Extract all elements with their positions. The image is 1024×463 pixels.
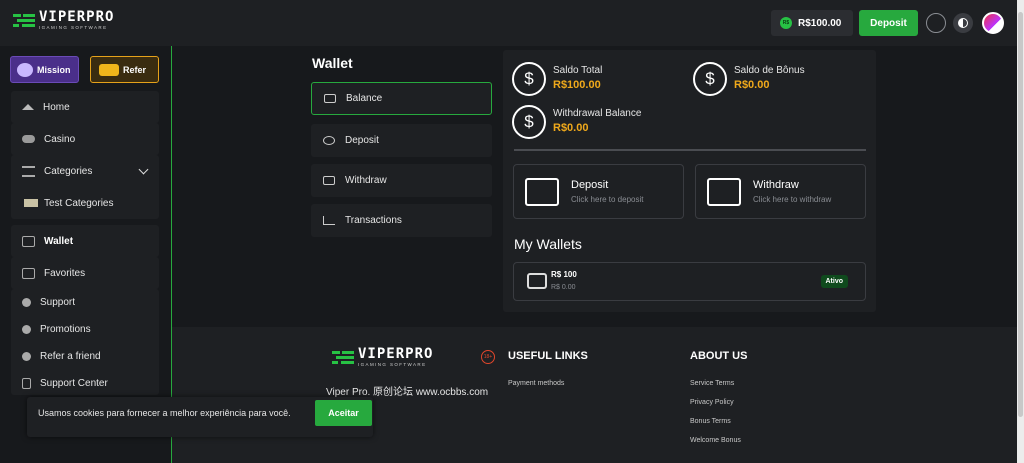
total-balance: $ Saldo Total R$100.00 xyxy=(512,62,602,96)
footer-logo: VIPERPRO IGAMING SOFTWARE xyxy=(332,347,433,369)
cookie-banner: Usamos cookies para fornecer a melhor ex… xyxy=(27,397,373,437)
sidebar-item-refer-a-friend[interactable]: Refer a friend xyxy=(11,343,159,370)
nav-group-wallet: Wallet xyxy=(11,225,159,257)
favorites-icon xyxy=(22,267,35,279)
withdrawal-balance: $ Withdrawal Balance R$0.00 xyxy=(512,105,641,139)
my-wallets-title: My Wallets xyxy=(514,236,582,252)
nav-group-support: Support Promotions Refer a friend Suppor… xyxy=(11,289,159,395)
atm-icon xyxy=(525,177,559,206)
footer-link-service-terms[interactable]: Service Terms xyxy=(690,380,734,387)
avatar[interactable] xyxy=(982,12,1004,34)
refer-button[interactable]: Refer xyxy=(90,56,159,83)
useful-links-title: USEFUL LINKS xyxy=(508,350,588,362)
logo-mark-icon xyxy=(13,12,35,30)
withdraw-action-card[interactable]: Withdraw Click here to withdraw xyxy=(695,164,866,219)
wallet-icon xyxy=(324,94,336,103)
status-badge: Ativo xyxy=(820,275,848,288)
deposit-action-card[interactable]: Deposit Click here to deposit xyxy=(513,164,684,219)
about-us-title: ABOUT US xyxy=(690,350,748,362)
footer-link-welcome-bonus[interactable]: Welcome Bonus xyxy=(690,437,741,444)
footer-tagline: Viper Pro. 原创论坛 www.ocbbs.com xyxy=(326,387,489,398)
sidebar-item-support-center[interactable]: Support Center xyxy=(11,370,159,397)
sidebar-item-home[interactable]: Home xyxy=(11,91,159,123)
cash-icon xyxy=(323,176,335,185)
category-image-icon xyxy=(24,199,38,207)
wallet-menu-balance[interactable]: Balance xyxy=(311,82,492,115)
balance-panel: $ Saldo Total R$100.00 $ Saldo de Bônus … xyxy=(503,50,876,312)
dollar-icon: $ xyxy=(512,105,546,139)
list-icon xyxy=(22,165,35,177)
nav-group-casino: Casino xyxy=(11,123,159,155)
wallet-menu-transactions[interactable]: Transactions xyxy=(311,204,492,237)
money-transfer-icon xyxy=(707,177,741,206)
brand-name: VIPERPRO xyxy=(39,9,115,25)
home-icon xyxy=(22,104,34,110)
dollar-icon: $ xyxy=(693,62,727,96)
header-balance-value: R$100.00 xyxy=(798,17,842,29)
wallet-menu-deposit[interactable]: Deposit xyxy=(311,124,492,157)
gamepad-icon xyxy=(22,135,35,143)
sidebar-item-casino[interactable]: Casino xyxy=(11,123,159,155)
wallet-icon xyxy=(527,273,547,289)
footer-link-bonus-terms[interactable]: Bonus Terms xyxy=(690,418,731,425)
nav-group-favorites: Favorites xyxy=(11,257,159,289)
header-balance[interactable]: R$ R$100.00 xyxy=(771,10,853,36)
wallet-icon xyxy=(22,235,35,247)
document-icon xyxy=(22,378,31,389)
sidebar-item-categories[interactable]: Categories xyxy=(11,155,159,187)
divider xyxy=(514,149,866,151)
coins-icon xyxy=(99,63,119,76)
sidebar-item-wallet[interactable]: Wallet xyxy=(11,225,159,257)
top-bar: VIPERPRO IGAMING SOFTWARE R$ R$100.00 De… xyxy=(0,0,1017,46)
sidebar-item-favorites[interactable]: Favorites xyxy=(11,257,159,289)
header-deposit-button[interactable]: Deposit xyxy=(859,10,918,36)
theme-toggle-icon[interactable] xyxy=(953,13,973,33)
chevron-down-icon xyxy=(138,164,149,175)
page-scrollbar[interactable] xyxy=(1017,0,1024,463)
sidebar-item-test-categories[interactable]: Test Categories xyxy=(11,187,159,219)
sidebar-item-support[interactable]: Support xyxy=(11,289,159,316)
wallet-row[interactable]: R$ 100 R$ 0.00 Ativo xyxy=(513,262,866,301)
page-title: Wallet xyxy=(312,55,353,71)
age-18-icon: 18+ xyxy=(481,350,495,364)
cookie-message: Usamos cookies para fornecer a melhor ex… xyxy=(38,408,291,418)
mission-button[interactable]: Mission xyxy=(10,56,79,83)
nav-group-categories: Categories Test Categories xyxy=(11,155,159,219)
cookie-accept-button[interactable]: Aceitar xyxy=(315,400,372,426)
logo-mark-icon xyxy=(332,349,354,367)
footer-link-privacy-policy[interactable]: Privacy Policy xyxy=(690,399,734,406)
wallet-menu-withdraw[interactable]: Withdraw xyxy=(311,164,492,197)
footer: VIPERPRO IGAMING SOFTWARE Viper Pro. 原创论… xyxy=(172,327,1017,463)
nav-group-main: Home xyxy=(11,91,159,123)
piggy-bank-icon xyxy=(323,136,335,145)
brand-logo[interactable]: VIPERPRO IGAMING SOFTWARE xyxy=(13,10,114,32)
footer-link-payment-methods[interactable]: Payment methods xyxy=(508,380,564,387)
bonus-balance: $ Saldo de Bônus R$0.00 xyxy=(693,62,805,96)
refer-friend-icon xyxy=(22,352,31,361)
promotions-icon xyxy=(22,325,31,334)
sidebar-item-promotions[interactable]: Promotions xyxy=(11,316,159,343)
mission-icon xyxy=(17,62,33,77)
brand-tagline: IGAMING SOFTWARE xyxy=(39,25,108,30)
headset-icon xyxy=(22,298,31,307)
coin-icon: R$ xyxy=(780,17,792,29)
language-globe-icon[interactable] xyxy=(926,13,946,33)
dollar-icon: $ xyxy=(512,62,546,96)
chart-icon xyxy=(323,216,335,225)
